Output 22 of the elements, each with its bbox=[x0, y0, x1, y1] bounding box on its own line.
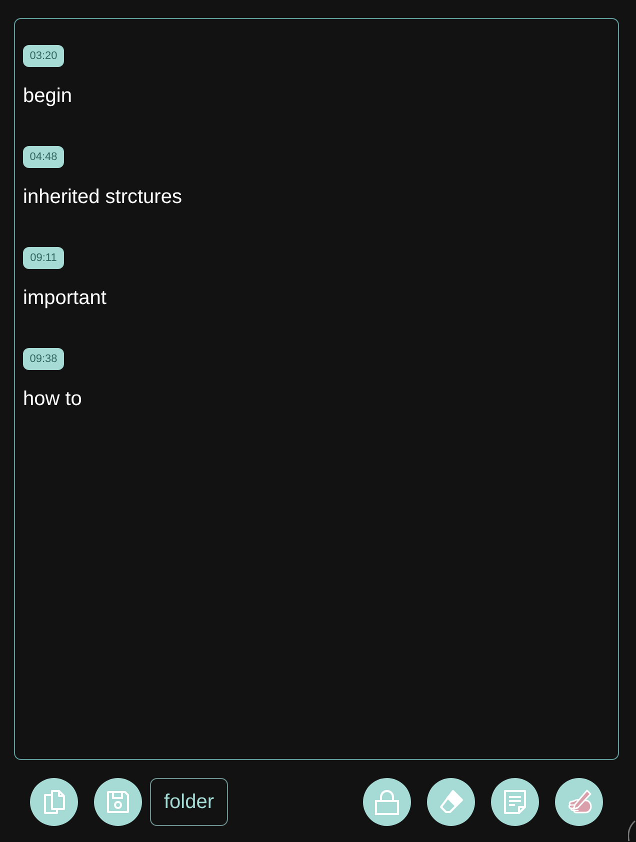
timestamp-badge[interactable]: 09:38 bbox=[23, 348, 64, 370]
save-button[interactable] bbox=[94, 778, 142, 826]
circle-edge-icon bbox=[628, 820, 636, 842]
save-icon bbox=[105, 789, 131, 815]
note-title: inherited strctures bbox=[23, 185, 182, 209]
timestamp-badge[interactable]: 04:48 bbox=[23, 146, 64, 168]
lock-icon bbox=[374, 789, 400, 815]
copy-icon bbox=[41, 789, 67, 815]
hand-with-pen-icon bbox=[566, 789, 592, 815]
note-icon bbox=[502, 789, 528, 815]
note-title: begin bbox=[23, 84, 72, 108]
note-title: how to bbox=[23, 387, 82, 411]
timestamp-badge[interactable]: 09:11 bbox=[23, 247, 64, 269]
lock-button[interactable] bbox=[363, 778, 411, 826]
sign-button[interactable] bbox=[555, 778, 603, 826]
note-title: important bbox=[23, 286, 106, 310]
copy-button[interactable] bbox=[30, 778, 78, 826]
eraser-icon bbox=[438, 789, 464, 815]
note-button[interactable] bbox=[491, 778, 539, 826]
folder-button[interactable]: folder bbox=[150, 778, 228, 826]
timestamp-badge[interactable]: 03:20 bbox=[23, 45, 64, 67]
eraser-button[interactable] bbox=[427, 778, 475, 826]
